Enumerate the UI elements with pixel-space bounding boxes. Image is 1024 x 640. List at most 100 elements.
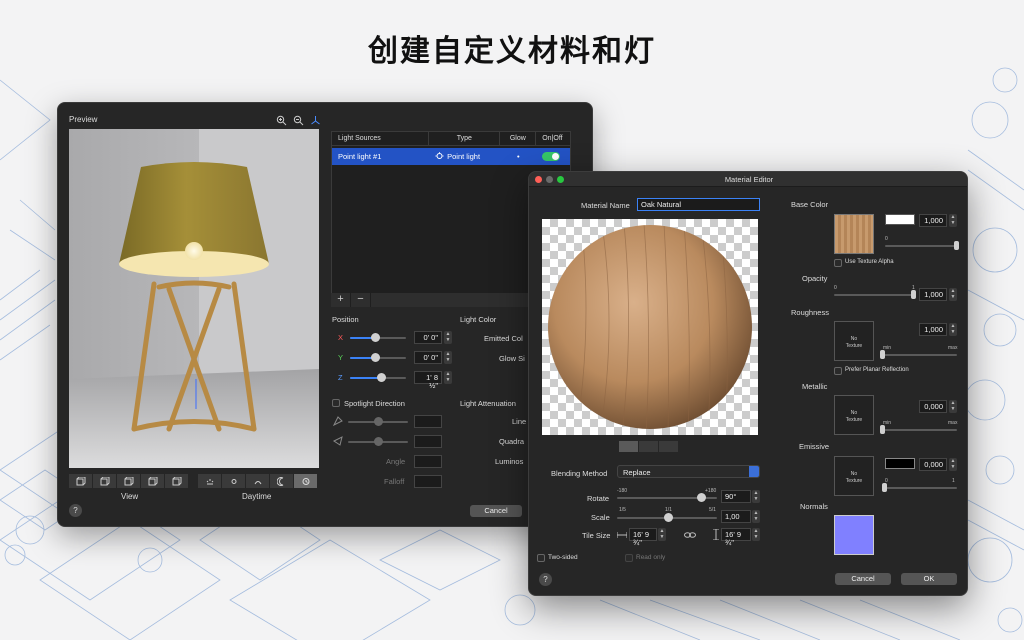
preview-window: Preview View Daytime ? Cancel Light Sour… bbox=[57, 102, 593, 527]
material-preview[interactable] bbox=[542, 219, 758, 435]
scale-field[interactable]: 1,00 bbox=[721, 510, 751, 523]
falloff-field[interactable] bbox=[414, 475, 442, 488]
link-icon[interactable] bbox=[684, 531, 696, 539]
ok-button[interactable]: OK bbox=[901, 573, 957, 585]
view-left-button[interactable] bbox=[93, 474, 117, 488]
axis-x-field[interactable]: 0' 0" bbox=[414, 331, 442, 344]
axis-z-field[interactable]: 1' 8 ½" bbox=[414, 371, 442, 390]
tile-width-field[interactable]: 16' 9 ¾" bbox=[629, 528, 657, 547]
two-sided-checkbox[interactable] bbox=[537, 554, 545, 562]
sphere-shape-button[interactable] bbox=[619, 441, 639, 452]
spot-tilt-knob[interactable] bbox=[374, 417, 383, 426]
scale-knob[interactable] bbox=[664, 513, 673, 522]
use-texture-alpha-label: Use Texture Alpha bbox=[845, 259, 894, 265]
zoom-in-icon[interactable] bbox=[276, 113, 287, 126]
emissive-slider[interactable] bbox=[885, 487, 957, 489]
tile-width-stepper[interactable]: ▲ ▼ bbox=[658, 528, 666, 541]
zoom-out-icon[interactable] bbox=[293, 113, 304, 126]
rotate-field[interactable]: 90° bbox=[721, 490, 751, 503]
axes-icon[interactable] bbox=[310, 113, 321, 125]
emissive-texture-slot[interactable]: No Texture bbox=[834, 456, 874, 496]
planar-reflection-checkbox[interactable] bbox=[834, 367, 842, 375]
spotlight-checkbox[interactable] bbox=[332, 399, 340, 407]
emissive-color-swatch[interactable] bbox=[885, 458, 915, 469]
table-row[interactable]: Point light #1 Point light • bbox=[332, 148, 570, 165]
axis-x-stepper[interactable]: ▲ ▼ bbox=[444, 331, 452, 344]
base-color-stepper[interactable]: ▲ ▼ bbox=[949, 214, 957, 227]
metallic-stepper[interactable]: ▲ ▼ bbox=[949, 400, 957, 413]
scale-stepper[interactable]: ▲ ▼ bbox=[752, 510, 760, 523]
cube-shape-button[interactable] bbox=[639, 441, 659, 452]
roughness-stepper[interactable]: ▲ ▼ bbox=[949, 323, 957, 336]
on-off-toggle[interactable] bbox=[536, 148, 570, 165]
base-color-texture[interactable] bbox=[834, 214, 874, 254]
normals-texture[interactable] bbox=[834, 515, 874, 555]
base-color-knob[interactable] bbox=[954, 241, 959, 250]
tile-height-field[interactable]: 16' 9 ¾" bbox=[721, 528, 751, 547]
roughness-slider[interactable] bbox=[883, 354, 957, 356]
view-right-button[interactable] bbox=[141, 474, 165, 488]
axis-z-label: Z bbox=[338, 373, 343, 382]
axis-y-stepper[interactable]: ▲ ▼ bbox=[444, 351, 452, 364]
axis-z-knob[interactable] bbox=[377, 373, 386, 382]
base-color-slider[interactable] bbox=[885, 245, 957, 247]
use-texture-alpha-checkbox[interactable] bbox=[834, 259, 842, 267]
blending-method-select[interactable]: Replace bbox=[617, 465, 760, 478]
remove-light-button[interactable]: − bbox=[351, 293, 371, 307]
col-type[interactable]: Type bbox=[429, 132, 501, 145]
rotate-stepper[interactable]: ▲ ▼ bbox=[752, 490, 760, 503]
two-sided-label: Two-sided bbox=[548, 554, 578, 561]
metallic-label: Metallic bbox=[802, 382, 828, 391]
col-light-sources[interactable]: Light Sources bbox=[332, 132, 430, 145]
view-front-button[interactable] bbox=[69, 474, 93, 488]
read-only-checkbox[interactable] bbox=[625, 554, 633, 562]
opacity-knob[interactable] bbox=[911, 290, 916, 299]
metallic-knob[interactable] bbox=[880, 425, 885, 434]
opacity-value[interactable]: 1,000 bbox=[919, 288, 947, 301]
spot-pan-knob[interactable] bbox=[374, 437, 383, 446]
cancel-button[interactable]: Cancel bbox=[835, 573, 891, 585]
moon-icon[interactable] bbox=[270, 474, 294, 488]
sun-icon[interactable] bbox=[222, 474, 246, 488]
rotate-knob[interactable] bbox=[697, 493, 706, 502]
axis-y-knob[interactable] bbox=[371, 353, 380, 362]
roughness-value[interactable]: 1,000 bbox=[919, 323, 947, 336]
emissive-value[interactable]: 0,000 bbox=[919, 458, 947, 471]
emissive-knob[interactable] bbox=[882, 483, 887, 492]
axis-z-stepper[interactable]: ▲ ▼ bbox=[444, 371, 452, 384]
metallic-value[interactable]: 0,000 bbox=[919, 400, 947, 413]
col-on-off[interactable]: On|Off bbox=[536, 132, 570, 145]
add-light-button[interactable]: + bbox=[331, 293, 351, 307]
cancel-button[interactable]: Cancel bbox=[470, 505, 522, 517]
base-color-value[interactable]: 1,000 bbox=[919, 214, 947, 227]
view-perspective-button[interactable] bbox=[165, 474, 189, 488]
axis-x-knob[interactable] bbox=[371, 333, 380, 342]
roughness-texture-slot[interactable]: No Texture bbox=[834, 321, 874, 361]
axis-y-field[interactable]: 0' 0" bbox=[414, 351, 442, 364]
col-glow[interactable]: Glow bbox=[500, 132, 537, 145]
angle-field[interactable] bbox=[414, 455, 442, 468]
tile-height-stepper[interactable]: ▲ ▼ bbox=[752, 528, 760, 541]
opacity-slider[interactable] bbox=[834, 294, 914, 296]
spot-pan-field[interactable] bbox=[414, 435, 442, 448]
glow-select[interactable]: • bbox=[500, 148, 536, 165]
help-button[interactable]: ? bbox=[69, 504, 82, 517]
clock-icon[interactable] bbox=[294, 474, 318, 488]
tile-width-icon bbox=[617, 532, 627, 538]
spot-tilt-field[interactable] bbox=[414, 415, 442, 428]
light-type-select[interactable]: Point light bbox=[429, 148, 500, 165]
lamp-preview-viewport[interactable] bbox=[69, 129, 319, 468]
view-top-button[interactable] bbox=[117, 474, 141, 488]
rotate-label: Rotate bbox=[587, 494, 610, 503]
plane-shape-button[interactable] bbox=[659, 441, 679, 452]
help-button[interactable]: ? bbox=[539, 573, 552, 586]
sunset-icon[interactable] bbox=[246, 474, 270, 488]
base-color-swatch[interactable] bbox=[885, 214, 915, 225]
emissive-stepper[interactable]: ▲ ▼ bbox=[949, 458, 957, 471]
material-name-input[interactable] bbox=[637, 198, 760, 211]
sunrise-icon[interactable] bbox=[198, 474, 222, 488]
metallic-texture-slot[interactable]: No Texture bbox=[834, 395, 874, 435]
metallic-slider[interactable] bbox=[883, 429, 957, 431]
roughness-knob[interactable] bbox=[880, 350, 885, 359]
opacity-stepper[interactable]: ▲ ▼ bbox=[949, 288, 957, 301]
